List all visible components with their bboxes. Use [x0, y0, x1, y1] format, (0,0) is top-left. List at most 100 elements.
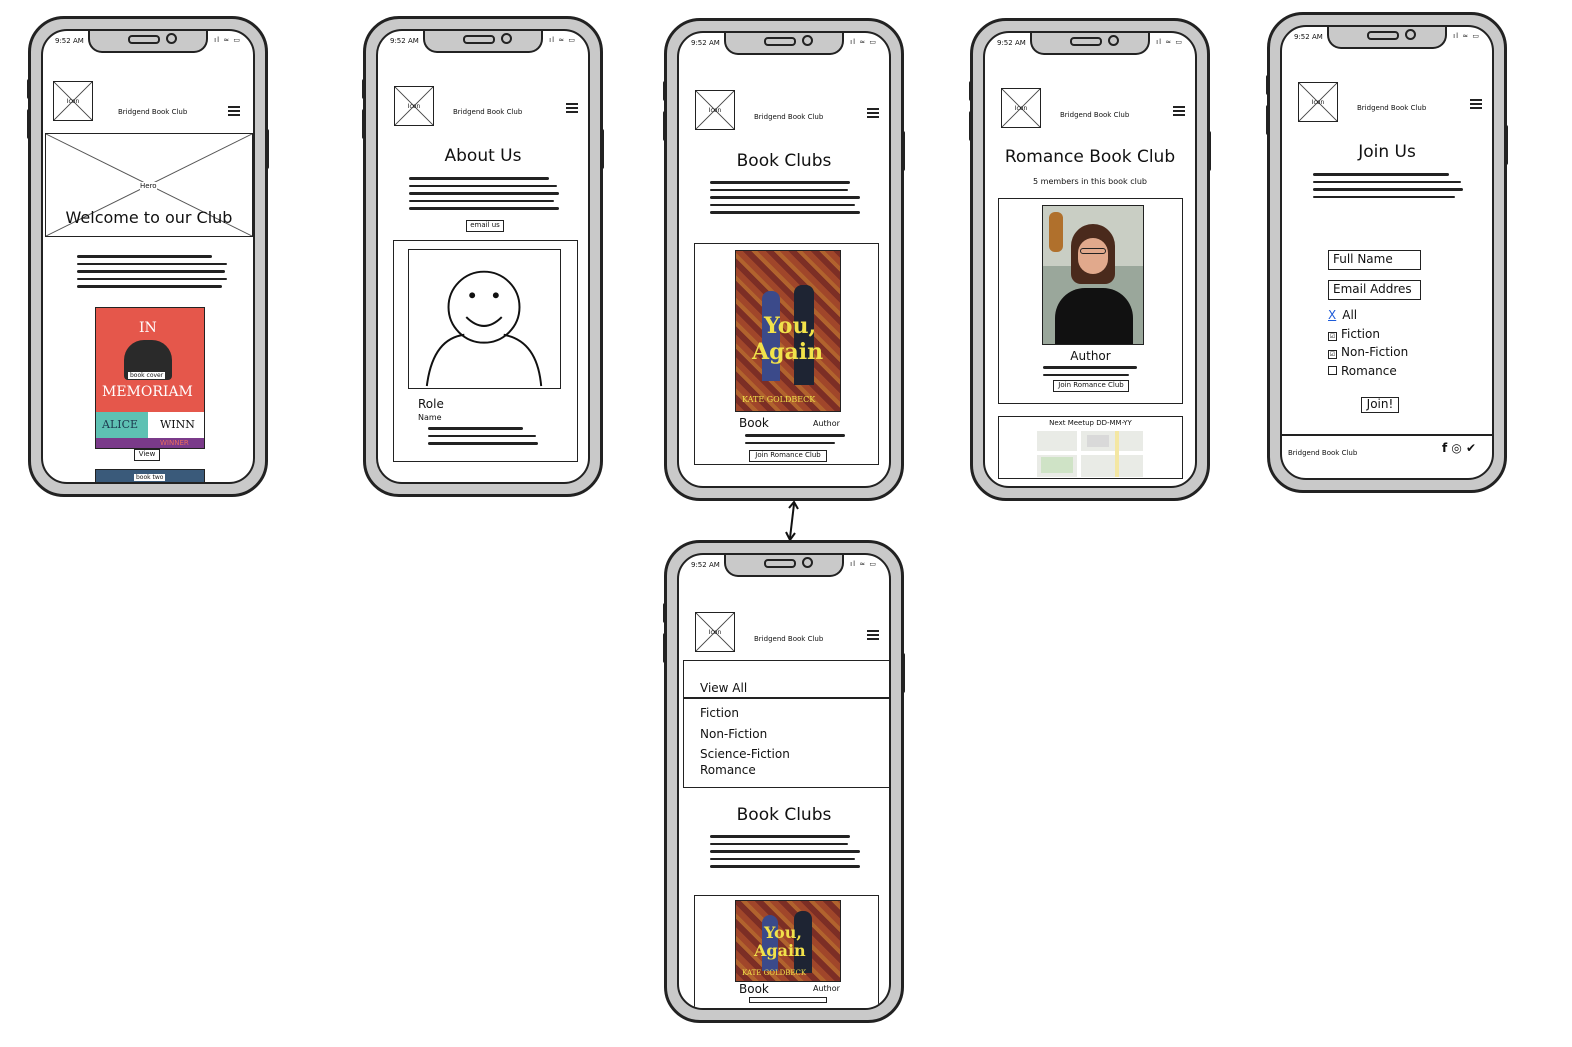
hamburger-menu-icon[interactable] — [867, 108, 879, 118]
book-two-image[interactable]: book two — [95, 469, 205, 482]
status-icons: ıl ≈ ▭ — [549, 36, 576, 44]
menu-item-science-fiction[interactable]: Science-Fiction — [700, 747, 790, 761]
book-card: You, Again KATE GOLDBECK Book Author — [694, 895, 879, 1008]
status-time: 9:52 AM — [390, 37, 419, 45]
clubs-text-scribble — [710, 181, 860, 219]
menu-item-romance[interactable]: Romance — [700, 763, 756, 777]
view-button[interactable]: View — [134, 449, 160, 461]
book-two-label: book two — [134, 474, 166, 481]
menu-item-view-all[interactable]: View All — [700, 681, 747, 695]
checkbox-non-fiction-mark: ☑ — [1328, 350, 1337, 359]
full-name-input[interactable]: Full Name — [1328, 250, 1421, 270]
hero-placeholder: Hero Welcome to our Club — [45, 133, 253, 237]
status-icons: ıl ≈ ▭ — [1453, 32, 1480, 40]
social-icons[interactable]: f ◎ ✔ — [1442, 441, 1476, 455]
intro-text-scribble — [77, 255, 227, 293]
brand-name[interactable]: Bridgend Book Club — [754, 635, 823, 643]
author-card: Author Join Romance Club — [998, 198, 1183, 404]
phone-romance-club: 9:52 AM ıl ≈ ▭ Icon Bridgend Book Club R… — [969, 18, 1211, 501]
join-button-partial[interactable] — [749, 997, 827, 1003]
cover-text-author: KATE GOLDBECK — [742, 395, 816, 404]
book-cover-image[interactable]: You, Again KATE GOLDBECK — [735, 250, 841, 412]
checkbox-fiction[interactable]: ☑ Fiction — [1328, 327, 1380, 341]
cover-text-author: KATE GOLDBECK — [742, 969, 807, 977]
hero-label: Hero — [140, 182, 157, 190]
role-label: Role — [418, 397, 444, 411]
bio-scribble — [428, 427, 538, 450]
phone-join-us: 9:52 AM ıl ≈ ▭ Icon Bridgend Book Club J… — [1266, 12, 1508, 493]
status-time: 9:52 AM — [691, 561, 720, 569]
status-time: 9:52 AM — [1294, 33, 1323, 41]
meetup-card: Next Meetup DD-MM-YY — [998, 416, 1183, 479]
page-title: Romance Book Club — [1004, 147, 1176, 167]
logo-placeholder[interactable]: Icon — [1298, 82, 1338, 122]
phone-about: 9:52 AM ıl ≈ ▭ Icon Bridgend Book Club A… — [362, 16, 604, 497]
checkbox-all-mark: X — [1328, 308, 1337, 322]
logo-label: Icon — [407, 103, 421, 110]
join-text-scribble — [1313, 173, 1463, 203]
clubs-text-scribble — [710, 835, 860, 873]
join-romance-club-button[interactable]: Join Romance Club — [1053, 380, 1129, 392]
logo-label: Icon — [1014, 105, 1028, 112]
map-image[interactable] — [1037, 431, 1143, 477]
cover-text-winner: WINNER — [160, 439, 189, 447]
checkbox-romance-label: Romance — [1341, 364, 1397, 378]
cover-text-in: IN — [139, 320, 157, 336]
page-title: Join Us — [1358, 142, 1416, 162]
book-cover-image[interactable]: IN book cover MEMORIAM ALICE WINN WINNER — [95, 307, 205, 449]
checkbox-all-label: All — [1342, 308, 1358, 322]
join-romance-club-button[interactable]: Join Romance Club — [749, 450, 827, 462]
book-cover-label: book cover — [128, 372, 166, 379]
checkbox-all[interactable]: X All — [1328, 308, 1357, 322]
meetup-label: Next Meetup DD-MM-YY — [1049, 419, 1132, 427]
logo-label: Icon — [708, 629, 722, 636]
menu-item-fiction[interactable]: Fiction — [700, 706, 739, 720]
dropdown-menu: View All Fiction Non-Fiction Science-Fic… — [683, 660, 889, 788]
brand-name[interactable]: Bridgend Book Club — [453, 108, 522, 116]
email-input[interactable]: Email Addres — [1328, 280, 1421, 300]
book-card: You, Again KATE GOLDBECK Book Author Joi… — [694, 243, 879, 465]
phone-home: 9:52 AM ıl ≈ ▭ Icon Bridgend Book Club H… — [27, 16, 269, 497]
cover-text-winn: WINN — [160, 418, 195, 431]
brand-name[interactable]: Bridgend Book Club — [1060, 111, 1129, 119]
author-photo[interactable] — [1042, 205, 1144, 345]
checkbox-fiction-label: Fiction — [1341, 327, 1380, 341]
logo-placeholder[interactable]: Icon — [53, 81, 93, 121]
brand-name[interactable]: Bridgend Book Club — [1357, 104, 1426, 112]
menu-item-non-fiction[interactable]: Non-Fiction — [700, 727, 767, 741]
about-text-scribble — [409, 177, 559, 215]
cover-text-title2: Again — [754, 941, 806, 960]
flow-arrow — [785, 500, 799, 542]
logo-label: Icon — [1311, 99, 1325, 106]
hero-title: Welcome to our Club — [65, 208, 233, 227]
brand-name[interactable]: Bridgend Book Club — [754, 113, 823, 121]
author-bio-scribble — [1043, 366, 1137, 381]
checkbox-fiction-mark: ☑ — [1328, 332, 1337, 341]
hamburger-menu-icon[interactable] — [566, 103, 578, 113]
email-us-button[interactable]: email us — [466, 220, 504, 232]
logo-placeholder[interactable]: Icon — [695, 90, 735, 130]
book-label: Book — [739, 416, 769, 430]
author-label: Author — [1070, 349, 1111, 363]
status-time: 9:52 AM — [691, 39, 720, 47]
name-label: Name — [418, 413, 442, 422]
logo-placeholder[interactable]: Icon — [695, 612, 735, 652]
join-button[interactable]: Join! — [1361, 397, 1399, 413]
brand-name[interactable]: Bridgend Book Club — [118, 108, 187, 116]
hamburger-menu-icon[interactable] — [1173, 106, 1185, 116]
checkbox-non-fiction[interactable]: ☑ Non-Fiction — [1328, 345, 1408, 359]
hamburger-menu-icon[interactable] — [867, 630, 879, 640]
page-title: Book Clubs — [736, 805, 832, 825]
cover-text-title1: You, — [764, 923, 802, 942]
book-cover-image[interactable]: You, Again KATE GOLDBECK — [735, 900, 841, 982]
book-label: Book — [739, 982, 769, 996]
hamburger-menu-icon[interactable] — [228, 106, 240, 116]
logo-placeholder[interactable]: Icon — [1001, 88, 1041, 128]
logo-placeholder[interactable]: Icon — [394, 86, 434, 126]
page-title: About Us — [444, 146, 522, 166]
book-desc-scribble — [745, 434, 863, 449]
checkbox-romance[interactable]: Romance — [1328, 364, 1397, 378]
logo-label: Icon — [66, 98, 80, 105]
hamburger-menu-icon[interactable] — [1470, 99, 1482, 109]
cover-text-title1: You, — [764, 313, 817, 339]
